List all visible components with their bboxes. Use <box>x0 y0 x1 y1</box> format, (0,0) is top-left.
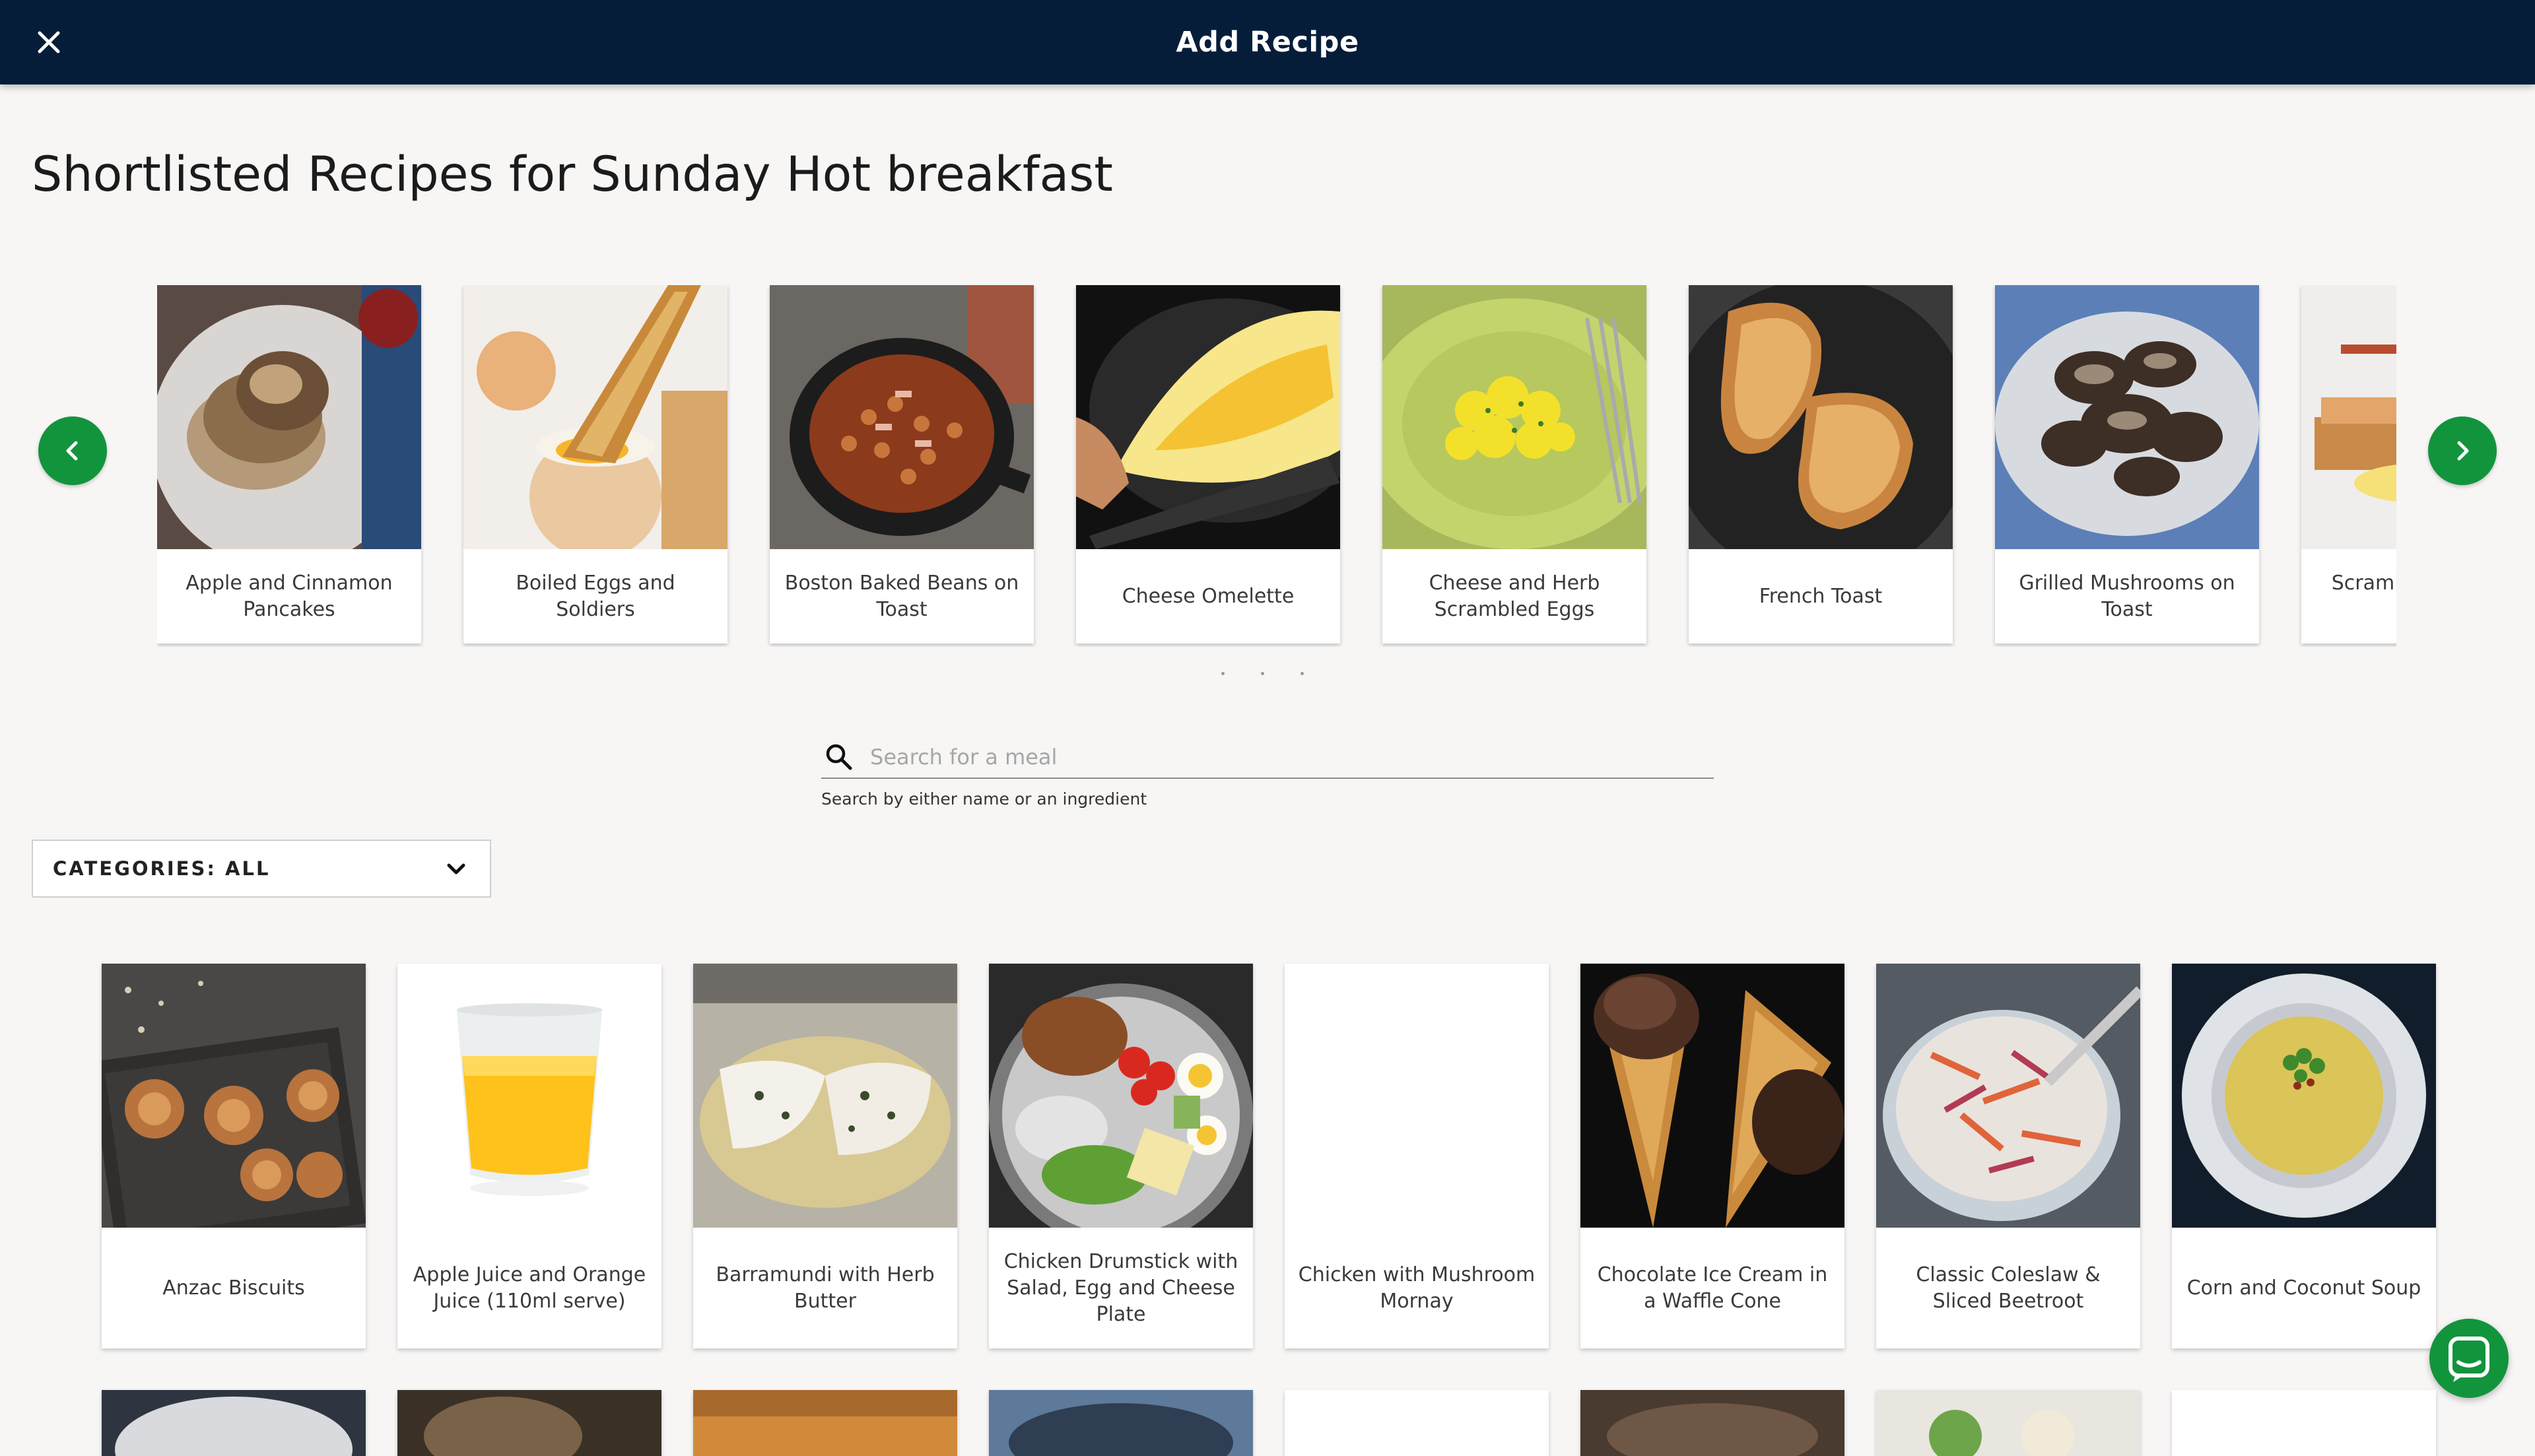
recipe-card[interactable] <box>1580 1390 1844 1456</box>
recipe-image <box>1580 964 1844 1228</box>
pagination-dot[interactable] <box>1301 672 1304 675</box>
recipe-image <box>157 285 421 549</box>
recipe-card[interactable] <box>989 1390 1253 1456</box>
shortlist-card-label: Cheese Omelette <box>1122 584 1295 608</box>
recipe-image <box>989 964 1253 1228</box>
shortlist-card[interactable]: Scrambled Eggs and Bacon <box>2301 285 2396 644</box>
recipe-card[interactable]: Chicken with Mushroom Mornay <box>1285 964 1549 1348</box>
recipe-card-label: Chocolate Ice Cream in a Waffle Cone <box>1597 1263 1828 1313</box>
recipe-card-label: Corn and Coconut Soup <box>2186 1276 2421 1300</box>
recipe-image <box>397 964 661 1228</box>
header-title: Add Recipe <box>1176 26 1359 59</box>
recipe-card[interactable] <box>397 1390 661 1456</box>
recipe-image <box>463 285 727 549</box>
recipe-card[interactable] <box>2172 1390 2436 1456</box>
recipe-card[interactable] <box>1285 1390 1549 1456</box>
chevron-left-icon <box>66 441 78 461</box>
pagination-dot[interactable] <box>1221 672 1225 675</box>
recipe-image <box>102 964 366 1228</box>
shortlist-card[interactable]: Boiled Eggs and Soldiers <box>463 285 727 644</box>
chat-icon <box>2449 1337 2489 1382</box>
recipe-card[interactable]: Anzac Biscuits <box>102 964 366 1348</box>
recipe-image <box>1076 285 1340 549</box>
recipe-card-label: Chicken with Mushroom Mornay <box>1298 1263 1536 1313</box>
carousel-prev-button[interactable] <box>38 416 107 485</box>
recipe-image <box>2301 285 2396 549</box>
recipe-image <box>1689 285 1953 549</box>
search-helper-text: Search by either name or an ingredient <box>821 789 1147 809</box>
recipe-card-label: Barramundi with Herb Butter <box>716 1263 935 1313</box>
header-bar: Add Recipe <box>0 0 2535 84</box>
recipe-image <box>397 1390 661 1456</box>
shortlist-card[interactable]: Cheese and Herb Scrambled Eggs <box>1382 285 1646 644</box>
recipe-card[interactable]: Chocolate Ice Cream in a Waffle Cone <box>1580 964 1844 1348</box>
chat-launcher-button[interactable] <box>2429 1319 2509 1398</box>
shortlist-card-label: Grilled Mushrooms on Toast <box>2019 571 2235 621</box>
search-icon <box>826 744 852 770</box>
shortlist-card[interactable]: Apple and Cinnamon Pancakes <box>157 285 421 644</box>
recipe-card-label: Classic Coleslaw & Sliced Beetroot <box>1916 1263 2101 1313</box>
search-input[interactable] <box>869 741 1697 774</box>
chevron-right-icon <box>2457 441 2469 461</box>
shortlist-card[interactable]: Boston Baked Beans on Toast <box>770 285 1034 644</box>
recipe-card-label: Apple Juice and Orange Juice (110ml serv… <box>413 1263 646 1313</box>
shortlist-card-label: French Toast <box>1759 584 1883 608</box>
page-title: Shortlisted Recipes for Sunday Hot break… <box>32 147 1113 203</box>
chevron-down-icon <box>447 863 465 875</box>
search-field <box>821 737 1714 779</box>
recipe-image <box>693 964 957 1228</box>
carousel-next-button[interactable] <box>2428 416 2497 485</box>
recipe-image-placeholder <box>1285 964 1549 1228</box>
recipe-image <box>2172 964 2436 1228</box>
recipe-image <box>1382 285 1646 549</box>
categories-dropdown[interactable]: CATEGORIES: ALL <box>32 840 491 898</box>
recipe-image <box>1995 285 2259 549</box>
shortlist-carousel: Apple and Cinnamon Pancakes Boiled Eggs … <box>157 285 2396 647</box>
shortlist-card-label: Boston Baked Beans on Toast <box>784 571 1019 621</box>
recipe-image-placeholder <box>2172 1390 2436 1456</box>
recipe-image <box>102 1390 366 1456</box>
recipe-image-placeholder <box>1285 1390 1549 1456</box>
recipe-image <box>1876 964 2140 1228</box>
recipe-card[interactable] <box>693 1390 957 1456</box>
recipe-card-label: Chicken Drumstick with Salad, Egg and Ch… <box>1003 1249 1238 1326</box>
recipe-card[interactable]: Chicken Drumstick with Salad, Egg and Ch… <box>989 964 1253 1348</box>
recipe-card[interactable]: Barramundi with Herb Butter <box>693 964 957 1348</box>
shortlist-card[interactable]: French Toast <box>1689 285 1953 644</box>
recipe-image <box>1876 1390 2140 1456</box>
recipe-image <box>693 1390 957 1456</box>
shortlist-card[interactable]: Cheese Omelette <box>1076 285 1340 644</box>
pagination-dot[interactable] <box>1261 672 1264 675</box>
shortlist-card[interactable]: Grilled Mushrooms on Toast <box>1995 285 2259 644</box>
recipe-image <box>1580 1390 1844 1456</box>
recipe-card-label: Anzac Biscuits <box>162 1276 305 1300</box>
categories-dropdown-label: CATEGORIES: ALL <box>53 857 271 880</box>
recipe-card[interactable]: Classic Coleslaw & Sliced Beetroot <box>1876 964 2140 1348</box>
recipe-image <box>770 285 1034 549</box>
shortlist-card-label: Cheese and Herb Scrambled Eggs <box>1429 571 1600 621</box>
recipe-card[interactable]: Corn and Coconut Soup <box>2172 964 2436 1348</box>
recipe-image <box>989 1390 1253 1456</box>
shortlist-card-label: Boiled Eggs and Soldiers <box>516 571 675 621</box>
recipe-card[interactable]: Apple Juice and Orange Juice (110ml serv… <box>397 964 661 1348</box>
recipe-card[interactable] <box>1876 1390 2140 1456</box>
shortlist-card-label: Apple and Cinnamon Pancakes <box>186 571 393 621</box>
recipe-card[interactable] <box>102 1390 366 1456</box>
shortlist-card-label: Scrambled Eggs and Bacon <box>2331 571 2396 595</box>
